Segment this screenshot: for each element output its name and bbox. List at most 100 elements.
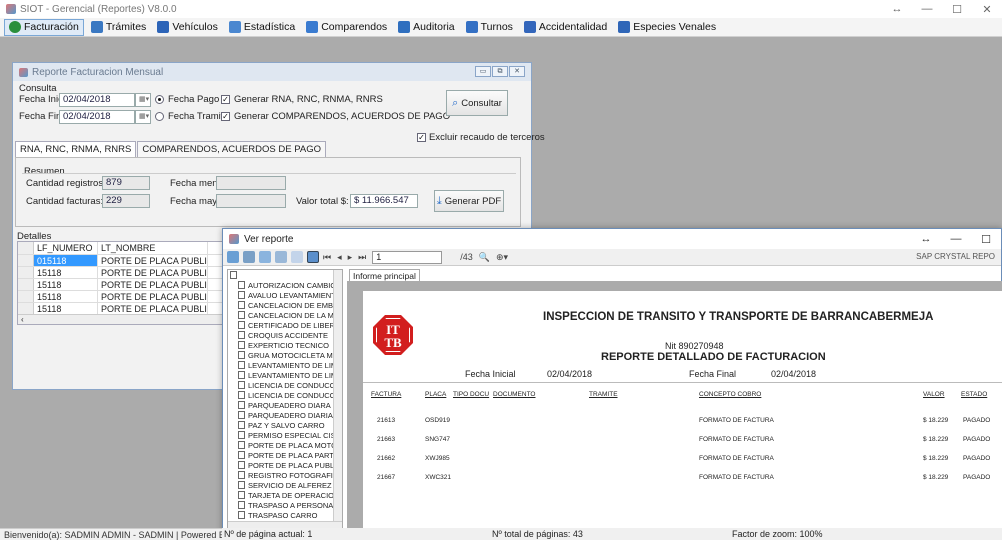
tree-item[interactable]: AVALUO LEVANTAMIENTO DE (228, 290, 342, 300)
menu-item-comparendos[interactable]: Comparendos (302, 19, 391, 36)
detalles-grid[interactable]: LF_NUMERO LT_NOMBRE 015118 PORTE DE PLACA… (17, 241, 223, 325)
tree-item[interactable]: PARQUEADERO DIARIA VEH (228, 410, 342, 420)
tree-item[interactable]: TARJETA DE OPERACION TA (228, 490, 342, 500)
rf-close-button[interactable]: ✕ (509, 66, 525, 77)
next-page-icon[interactable]: ▸ (348, 252, 353, 263)
tree-item[interactable]: LEVANTAMIENTO DE LIMITA( (228, 370, 342, 380)
table-row[interactable]: 15118PORTE DE PLACA PUBLICO (18, 279, 222, 291)
cell-lt-nombre[interactable]: PORTE DE PLACA PUBLICO (98, 303, 208, 314)
export-icon[interactable] (227, 251, 239, 263)
tree-item[interactable]: LICENCIA DE CONDUCCION (228, 380, 342, 390)
table-row[interactable]: 15118PORTE DE PLACA PUBLICO (18, 267, 222, 279)
fecha-pago-radio[interactable] (155, 95, 164, 104)
row-header[interactable] (18, 255, 34, 266)
grid-header-lt-nombre[interactable]: LT_NOMBRE (98, 242, 208, 254)
vr-resize-icon[interactable]: ↔ (911, 233, 941, 245)
generar-rna-checkbox[interactable]: ✓ (221, 95, 230, 104)
tree-item[interactable]: CROQUIS ACCIDENTE (228, 330, 342, 340)
document-icon (238, 511, 245, 519)
fecha-fin-dropdown-button[interactable]: ▦▾ (135, 110, 151, 124)
fecha-fin-input[interactable]: 02/04/2018 (59, 110, 135, 124)
cell-lt-nombre[interactable]: PORTE DE PLACA PUBLICO (98, 255, 208, 266)
row-header[interactable] (18, 303, 34, 314)
excluir-recaudo-checkbox[interactable]: ✓ (417, 133, 426, 142)
tab-comparendos[interactable]: COMPARENDOS, ACUERDOS DE PAGO (137, 141, 326, 157)
first-page-icon[interactable]: ⏮ (323, 252, 331, 263)
tree-item[interactable]: AUTORIZACION CAMBIO DE (228, 280, 342, 290)
cell-lf-numero[interactable]: 015118 (34, 255, 98, 266)
generar-comparendos-checkbox[interactable]: ✓ (221, 112, 230, 121)
menu-item-estad-stica[interactable]: Estadística (225, 19, 299, 36)
tree-item[interactable]: SERVICIO DE ALFEREZ HORA (228, 480, 342, 490)
vr-maximize-button[interactable]: ☐ (971, 233, 1001, 246)
refresh-icon[interactable] (259, 251, 271, 263)
tree-item[interactable]: TRASPASO CARRO (228, 510, 342, 520)
tree-root-item[interactable] (228, 270, 342, 280)
tree-item[interactable]: EXPERTICIO TECNICO (228, 340, 342, 350)
tree-item-label: TRASPASO A PERSONA INDE (248, 500, 343, 510)
find-icon[interactable]: 🔍 (479, 252, 490, 263)
tree-vscroll[interactable] (333, 270, 342, 530)
tree-item[interactable]: TRASPASO A PERSONA INDE (228, 500, 342, 510)
copy-icon[interactable] (275, 251, 287, 263)
tree-item[interactable]: LEVANTAMIENTO DE LIMITA( (228, 360, 342, 370)
row-header[interactable] (18, 291, 34, 302)
fecha-tramite-radio[interactable] (155, 112, 164, 121)
grid-hscroll[interactable]: ‹ (18, 314, 222, 324)
close-button[interactable]: ✕ (972, 3, 1002, 16)
print-icon[interactable] (243, 251, 255, 263)
cell-lf-numero[interactable]: 15118 (34, 267, 98, 278)
cell-lf-numero[interactable]: 15118 (34, 291, 98, 302)
rf-restore-button[interactable]: ⧉ (492, 66, 508, 77)
cell-lt-nombre[interactable]: PORTE DE PLACA PUBLICO (98, 279, 208, 290)
zoom-icon[interactable]: ⊕▾ (496, 252, 508, 263)
cell-lf-numero[interactable]: 15118 (34, 303, 98, 314)
fecha-inicio-dropdown-button[interactable]: ▦▾ (135, 93, 151, 107)
tree-item[interactable]: PORTE DE PLACA PARTICULA (228, 450, 342, 460)
cell-lt-nombre[interactable]: PORTE DE PLACA PUBLICO (98, 267, 208, 278)
tree-item[interactable]: CANCELACION DE LA MATRI (228, 310, 342, 320)
vr-minimize-button[interactable]: — (941, 233, 971, 245)
report-cell: $ 18.229 (923, 417, 949, 424)
tree-item[interactable]: PARQUEADERO DIARA MOTO (228, 400, 342, 410)
prev-page-icon[interactable]: ◂ (337, 252, 342, 263)
tree-item[interactable]: CANCELACION DE EMBARGO (228, 300, 342, 310)
table-row[interactable]: 015118PORTE DE PLACA PUBLICO (18, 255, 222, 267)
menu-item-accidentalidad[interactable]: Accidentalidad (520, 19, 611, 36)
restore-size-icon[interactable]: ↔ (882, 3, 912, 15)
table-row[interactable]: 15118PORTE DE PLACA PUBLICO (18, 291, 222, 303)
generar-pdf-button[interactable]: ⤓ Generar PDF (434, 190, 504, 212)
ittb-logo: IT TB (373, 315, 413, 355)
parameters-icon[interactable] (307, 251, 319, 263)
menu-item-especies-venales[interactable]: Especies Venales (614, 19, 720, 36)
rf-minimize-button[interactable]: ▭ (475, 66, 491, 77)
menu-item-turnos[interactable]: Turnos (462, 19, 517, 36)
menu-item-auditoria[interactable]: Auditoria (394, 19, 458, 36)
row-header[interactable] (18, 267, 34, 278)
fecha-inicio-input[interactable]: 02/04/2018 (59, 93, 135, 107)
tree-item[interactable]: CERTIFICADO DE LIBERTAD (228, 320, 342, 330)
tree-item[interactable]: PORTE DE PLACA MOTOCICL (228, 440, 342, 450)
row-header[interactable] (18, 279, 34, 290)
tree-item[interactable]: PAZ Y SALVO CARRO (228, 420, 342, 430)
menu-item-veh-culos[interactable]: Vehículos (153, 19, 222, 36)
consultar-button[interactable]: ⌕ Consultar (446, 90, 508, 116)
tree-item[interactable]: PERMISO ESPECIAL CISTERN (228, 430, 342, 440)
minimize-button[interactable]: — (912, 3, 942, 15)
cell-lf-numero[interactable]: 15118 (34, 279, 98, 290)
page-number-input[interactable]: 1 (372, 250, 443, 264)
last-page-icon[interactable]: ⏭ (358, 252, 366, 263)
tree-item[interactable]: REGISTRO FOTOGRAFICO (228, 470, 342, 480)
cell-lt-nombre[interactable]: PORTE DE PLACA PUBLICO (98, 291, 208, 302)
tab-rna[interactable]: RNA, RNC, RNMA, RNRS (15, 141, 137, 157)
turn-icon (465, 21, 478, 33)
menu-item-facturaci-n[interactable]: Facturación (4, 18, 84, 36)
tree-item[interactable]: GRUA MOTOCICLETA MOTOT (228, 350, 342, 360)
tree-item[interactable]: LICENCIA DE CONDUCCION (228, 390, 342, 400)
tree-item[interactable]: PORTE DE PLACA PUBLICO (228, 460, 342, 470)
group-tree-icon[interactable] (291, 251, 303, 263)
menu-item-tr-mites[interactable]: Trámites (87, 19, 150, 36)
group-tree-panel[interactable]: AUTORIZACION CAMBIO DE AVALUO LEVANTAMIEN… (227, 269, 343, 531)
grid-header-lf-numero[interactable]: LF_NUMERO (34, 242, 98, 254)
maximize-button[interactable]: ☐ (942, 3, 972, 16)
